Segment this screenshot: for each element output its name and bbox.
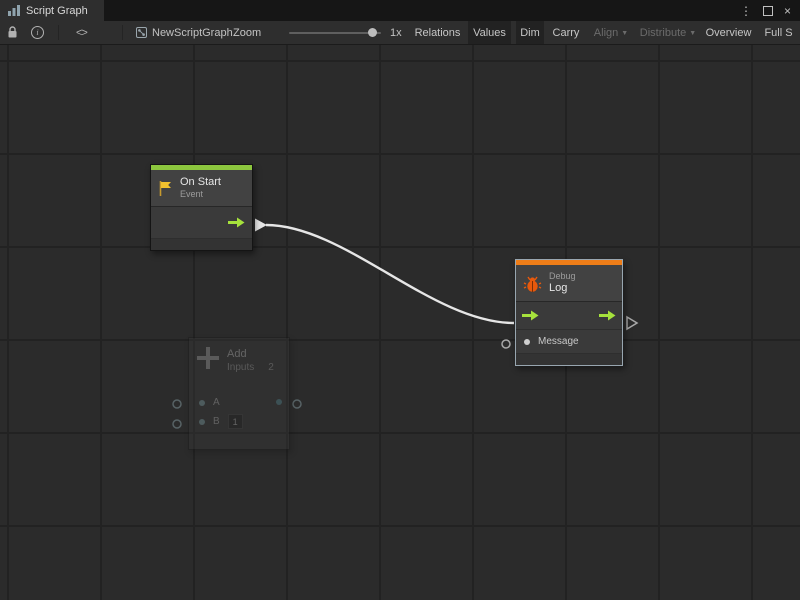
overview-button[interactable]: Overview — [701, 21, 756, 44]
close-icon[interactable]: × — [784, 5, 791, 17]
port-b-value-field[interactable]: 1 — [228, 414, 243, 429]
align-dropdown[interactable]: Align▼ — [588, 21, 634, 44]
port-a-input[interactable] — [199, 400, 205, 406]
info-icon[interactable]: i — [31, 21, 44, 44]
node-category: Debug — [549, 271, 576, 282]
node-on-start[interactable]: On Start Event — [150, 164, 253, 251]
menu-icon[interactable]: ⋮ — [740, 5, 752, 17]
tab-title: Script Graph — [26, 5, 88, 17]
connection-wire[interactable] — [266, 225, 514, 323]
node-subtitle: Event — [180, 189, 221, 200]
graph-canvas[interactable]: On Start Event De — [0, 45, 800, 600]
node-debug-log[interactable]: Debug Log Message — [515, 259, 623, 366]
script-graph-asset-icon — [136, 27, 147, 38]
port-b-label: B — [213, 416, 220, 427]
zoom-label: Zoom — [233, 21, 261, 44]
toolbar: i <> NewScriptGraph Zoom 1x Relations Va… — [0, 21, 800, 45]
add-port-b-row: B 1 — [189, 412, 289, 431]
values-button[interactable]: Values — [468, 21, 511, 44]
code-icon[interactable]: <> — [76, 21, 87, 44]
add-header[interactable]: Add Inputs 2 — [189, 338, 289, 379]
wire-layer — [0, 45, 800, 600]
port-a-label: A — [213, 397, 220, 408]
message-port-label: Message — [538, 336, 579, 347]
add-port-a-row: A — [189, 393, 289, 412]
message-port-indicator[interactable] — [502, 340, 510, 348]
zoom-slider-track[interactable] — [289, 32, 381, 34]
node-subtitle: Inputs — [227, 361, 254, 375]
title-bar: Script Graph ⋮ × — [0, 0, 800, 21]
trigger-input-port[interactable] — [522, 310, 539, 321]
node-title: Add — [227, 347, 274, 361]
debug-output-port-indicator[interactable] — [627, 317, 637, 329]
debug-header[interactable]: Debug Log — [516, 265, 622, 302]
tab-script-graph[interactable]: Script Graph — [0, 0, 104, 21]
maximize-icon[interactable] — [763, 6, 773, 16]
toolbar-separator — [58, 25, 59, 40]
unity-script-graph-window: { "window": { "tab_title": "Script Graph… — [0, 0, 800, 600]
window-controls: ⋮ × — [740, 0, 800, 21]
add-output-port[interactable] — [276, 399, 282, 405]
debug-message-row: Message — [516, 330, 622, 354]
debug-trigger-row — [516, 302, 622, 330]
graph-name: NewScriptGraph — [152, 27, 233, 39]
node-add[interactable]: Add Inputs 2 A B 1 — [188, 337, 290, 450]
zoom-value: 1x — [390, 21, 402, 44]
node-title: On Start — [180, 176, 221, 189]
dim-button[interactable]: Dim — [516, 21, 544, 44]
debug-footer — [516, 354, 622, 365]
carry-button[interactable]: Carry — [547, 21, 585, 44]
on-start-trigger-row — [151, 207, 252, 239]
port-b-input[interactable] — [199, 419, 205, 425]
bug-icon — [523, 274, 542, 293]
relations-button[interactable]: Relations — [409, 21, 466, 44]
zoom-slider-knob[interactable] — [368, 28, 377, 37]
graph-icon — [8, 5, 20, 16]
input-count[interactable]: 2 — [268, 361, 274, 375]
add-spacer — [189, 379, 289, 393]
graph-asset[interactable]: NewScriptGraph — [136, 21, 233, 44]
trigger-output-port[interactable] — [599, 310, 616, 321]
zoom-slider[interactable] — [289, 21, 381, 44]
node-title: Log — [549, 282, 576, 295]
chevron-down-icon: ▼ — [689, 30, 696, 37]
connection-start-arrow — [255, 219, 267, 232]
on-start-footer — [151, 239, 252, 250]
on-start-header[interactable]: On Start Event — [151, 170, 252, 207]
fullscreen-button[interactable]: Full S — [757, 21, 800, 44]
chevron-down-icon: ▼ — [621, 30, 628, 37]
trigger-output-port[interactable] — [228, 217, 245, 228]
distribute-dropdown[interactable]: Distribute▼ — [636, 21, 700, 44]
plus-icon — [197, 347, 219, 369]
message-value-port[interactable] — [524, 339, 530, 345]
flag-icon — [158, 180, 173, 197]
toolbar-separator — [122, 25, 123, 40]
lock-icon[interactable] — [7, 21, 18, 44]
